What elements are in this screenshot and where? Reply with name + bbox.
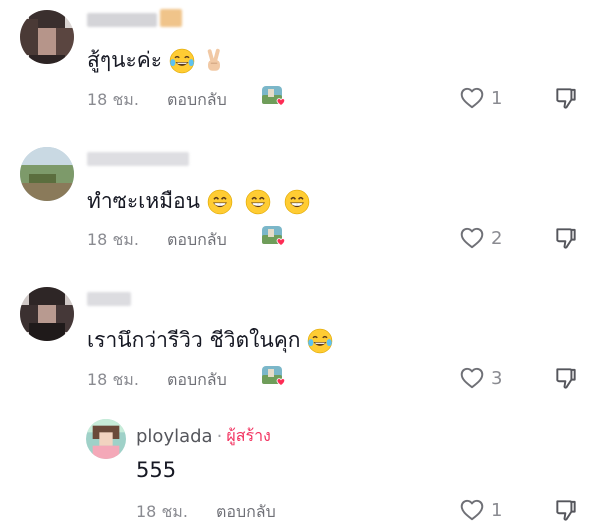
avatar[interactable] [20,287,74,341]
like-button[interactable]: 1 [459,497,502,523]
comment-text: สู้ๆนะค่ะ [87,44,227,77]
like-count: 2 [491,227,503,249]
reply-button[interactable]: ตอบกลับ [167,228,227,253]
avatar-image [20,287,74,341]
comment-text: ทำซะเหมือน [87,185,310,218]
creator-liked-avatar-icon [262,226,286,248]
timestamp: 18 ชม. [136,502,188,521]
like-count: 1 [491,87,503,109]
badge-redacted [160,9,182,27]
avatar-image [20,147,74,201]
reply-meta: 18 ชม. ตอบกลับ [136,500,276,525]
username-redacted [87,13,157,27]
avatar[interactable] [20,10,74,64]
reply-button[interactable]: ตอบกลับ [167,88,227,113]
grinning-face-emoji [284,189,310,215]
grinning-face-emoji [245,189,271,215]
comment-meta: 18 ชม. ตอบกลับ [87,88,227,113]
timestamp: 18 ชม. [87,230,139,249]
creator-badge: ผู้สร้าง [226,426,271,445]
reply-text: 555 [136,458,177,482]
timestamp: 18 ชม. [87,370,139,389]
comment-meta: 18 ชม. ตอบกลับ [87,228,227,253]
separator-dot: · [216,426,223,447]
heart-outline-icon [459,497,485,523]
heart-outline-icon [459,85,485,111]
like-button[interactable]: 3 [459,365,502,391]
thumbs-down-icon[interactable] [553,497,579,523]
thumbs-down-icon[interactable] [553,225,579,251]
victory-hand-emoji [201,48,227,74]
like-count: 1 [491,499,503,521]
avatar[interactable] [20,147,74,201]
creator-avatar[interactable] [86,419,126,459]
creator-liked-avatar-icon [262,366,286,388]
reply-button[interactable]: ตอบกลับ [167,368,227,393]
like-count: 3 [491,367,503,389]
username-redacted [87,292,131,306]
avatar-image [20,10,74,64]
grinning-face-emoji [207,189,233,215]
reply-username[interactable]: ploylada [136,426,213,447]
username-redacted [87,152,189,166]
avatar-image [86,419,126,459]
comment-meta: 18 ชม. ตอบกลับ [87,368,227,393]
heart-outline-icon [459,365,485,391]
like-button[interactable]: 1 [459,85,502,111]
heart-outline-icon [459,225,485,251]
face-with-tears-of-joy-emoji [307,328,333,354]
creator-liked-avatar-icon [262,86,286,108]
reply-header: ploylada · ผู้สร้าง [136,424,271,449]
thumbs-down-icon[interactable] [553,85,579,111]
like-button[interactable]: 2 [459,225,502,251]
thumbs-down-icon[interactable] [553,365,579,391]
face-with-tears-of-joy-emoji [169,48,195,74]
reply-button[interactable]: ตอบกลับ [216,500,276,525]
timestamp: 18 ชม. [87,90,139,109]
comment-text: เรานึกว่ารีวิว ชีวิตในคุก [87,324,333,357]
